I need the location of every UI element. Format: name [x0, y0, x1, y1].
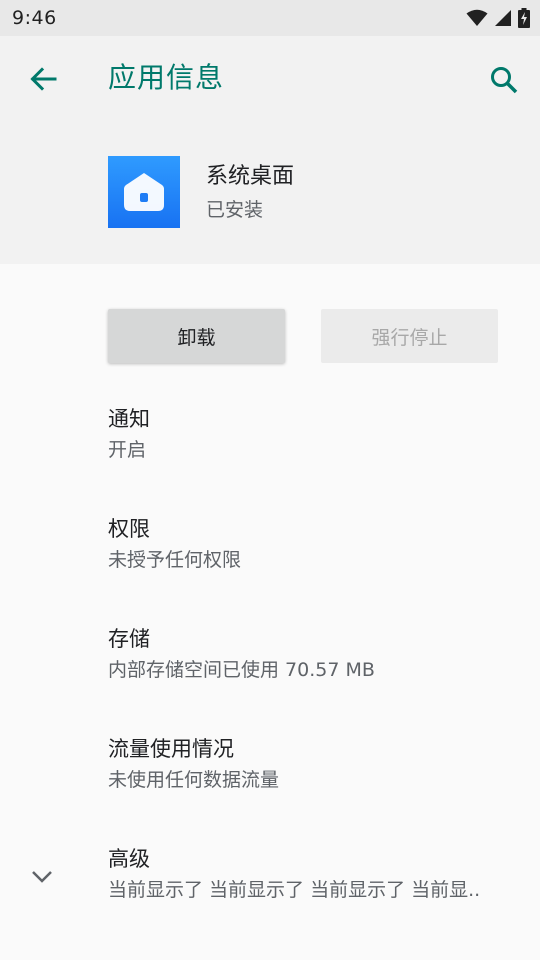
- settings-item-title: 高级: [108, 847, 150, 871]
- page-title: 应用信息: [108, 61, 225, 94]
- settings-item-title: 流量使用情况: [108, 737, 234, 761]
- status-icons: [466, 8, 530, 28]
- chevron-down-icon: [28, 862, 56, 890]
- settings-item-storage[interactable]: 存储 内部存储空间已使用 70.57 MB: [0, 624, 540, 724]
- settings-item-summary: 当前显示了 当前显示了 当前显示了 当前显..: [108, 879, 481, 901]
- settings-item-summary: 内部存储空间已使用 70.57 MB: [108, 659, 375, 681]
- wifi-icon: [466, 9, 488, 27]
- status-bar: 9:46: [0, 0, 540, 36]
- settings-item-summary: 未授予任何权限: [108, 549, 242, 571]
- uninstall-button[interactable]: 卸载: [108, 309, 285, 363]
- search-button[interactable]: [482, 60, 526, 104]
- settings-item-title: 权限: [108, 517, 150, 541]
- home-app-icon: [108, 156, 180, 228]
- app-header: 应用信息 系统桌面 已安装: [0, 36, 540, 264]
- settings-item-permissions[interactable]: 权限 未授予任何权限: [0, 514, 540, 614]
- settings-item-notifications[interactable]: 通知 开启: [0, 404, 540, 504]
- force-stop-button[interactable]: 强行停止: [321, 309, 498, 363]
- arrow-back-icon: [29, 65, 57, 97]
- status-time: 9:46: [12, 7, 57, 29]
- settings-item-title: 存储: [108, 627, 150, 651]
- settings-item-summary: 开启: [108, 439, 147, 461]
- back-button[interactable]: [22, 60, 64, 102]
- app-name: 系统桌面: [206, 164, 295, 189]
- settings-item-data-usage[interactable]: 流量使用情况 未使用任何数据流量: [0, 734, 540, 834]
- settings-item-title: 通知: [108, 407, 150, 431]
- settings-item-advanced[interactable]: 高级 当前显示了 当前显示了 当前显示了 当前显..: [0, 844, 540, 944]
- search-icon: [489, 65, 519, 99]
- battery-charging-icon: [518, 8, 530, 28]
- signal-icon: [494, 9, 512, 27]
- settings-item-summary: 未使用任何数据流量: [108, 769, 280, 791]
- app-install-status: 已安装: [206, 199, 264, 221]
